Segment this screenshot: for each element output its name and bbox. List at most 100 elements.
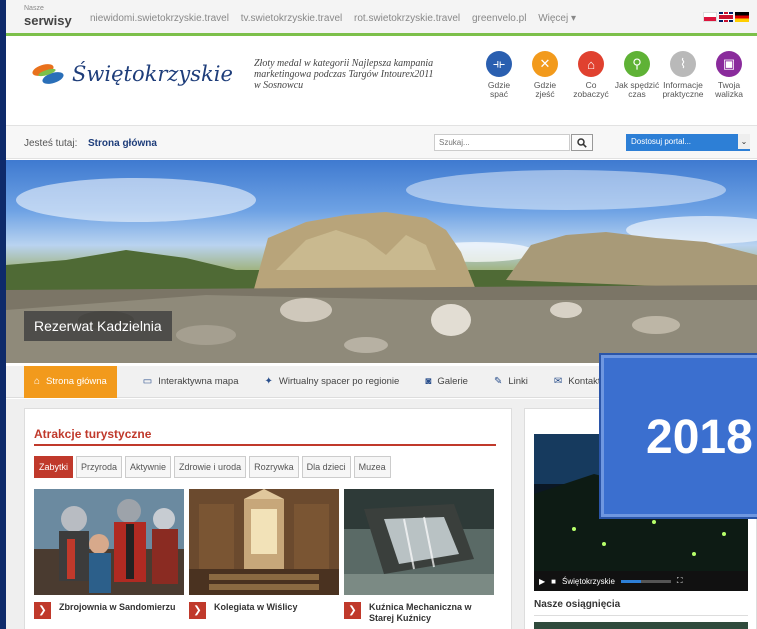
quick-link-item[interactable]: ⟛ Gdzie spać xyxy=(476,51,522,99)
quick-link-item[interactable]: ▣ Twoja walizka xyxy=(706,51,752,99)
customize-portal-label: Dostosuj portal... xyxy=(631,137,692,146)
browser-page: Nasze serwisy niewidomi.swietokrzyskie.t… xyxy=(6,0,757,629)
chevron-right-icon: ❯ xyxy=(189,602,206,619)
category-tab[interactable]: Dla dzieci xyxy=(301,456,351,478)
video-progress[interactable] xyxy=(620,579,671,583)
video-brand: Świętokrzyskie xyxy=(562,576,615,586)
service-links: niewidomi.swietokrzyskie.travel tv.swiet… xyxy=(90,13,585,24)
chevron-right-icon: ❯ xyxy=(34,602,51,619)
year-overlay: 2018 xyxy=(601,355,757,517)
category-tab[interactable]: Aktywnie xyxy=(125,456,172,478)
attraction-title: Kuźnica Mechaniczna w Starej Kuźnicy xyxy=(369,602,472,623)
language-flags xyxy=(703,12,749,22)
attraction-item[interactable]: ❯ Kuźnica Mechaniczna w Starej Kuźnicy xyxy=(344,602,494,624)
title-divider xyxy=(34,444,496,446)
walker-icon: ✦ xyxy=(264,376,273,387)
site-header: Świętokrzyskie Złoty medal w kategorii N… xyxy=(6,39,757,123)
camera-icon: ◙ xyxy=(425,376,432,387)
category-tab[interactable]: Przyroda xyxy=(76,456,123,478)
bicycle-icon: ⚲ xyxy=(624,51,650,77)
nav-tab-label: Strona główna xyxy=(46,376,107,387)
hero-banner: Rezerwat Kadzielnia xyxy=(6,160,757,363)
award-text: Złoty medal w kategorii Najlepsza kampan… xyxy=(254,58,434,91)
hero-caption[interactable]: Rezerwat Kadzielnia xyxy=(24,311,172,341)
top-services-bar: Nasze serwisy niewidomi.swietokrzyskie.t… xyxy=(6,0,757,36)
attraction-item[interactable]: ❯ Zbrojownia w Sandomierzu xyxy=(34,602,184,624)
achievements-title: Nasze osiągnięcia xyxy=(534,599,621,610)
quick-link-label: Informacje praktyczne xyxy=(662,80,704,99)
armory-thumbnail[interactable] xyxy=(34,489,184,595)
search-button[interactable] xyxy=(571,134,593,151)
breadcrumb-prefix: Jesteś tutaj: xyxy=(24,138,78,149)
quick-link-label: Jak spędzić czas xyxy=(614,80,660,99)
suitcase-icon: ▣ xyxy=(716,51,742,77)
edit-icon: ✎ xyxy=(493,376,503,387)
quick-link-item[interactable]: ⌂ Co zobaczyć xyxy=(568,51,614,99)
paperclip-icon: ⌇ xyxy=(670,51,696,77)
nav-tab-label: Galerie xyxy=(437,376,468,387)
breadcrumb-current[interactable]: Strona główna xyxy=(88,138,157,149)
collegiate-thumbnail[interactable] xyxy=(189,489,339,595)
english-flag-icon[interactable] xyxy=(719,12,733,22)
attractions-title: Atrakcje turystyczne xyxy=(34,427,152,441)
nav-tab-2[interactable]: ✦ Wirtualny spacer po regionie xyxy=(265,376,400,387)
nav-tab-1[interactable]: ▭ Interaktywna mapa xyxy=(143,376,239,387)
nav-tab-4[interactable]: ✎ Linki xyxy=(494,376,528,387)
quick-link-item[interactable]: ⚲ Jak spędzić czas xyxy=(614,51,660,99)
attractions-panel: Atrakcje turystyczne Zabytki Przyroda Akty… xyxy=(24,408,512,629)
nav-tab-5[interactable]: ✉ Kontakt xyxy=(554,376,601,387)
search-input[interactable] xyxy=(434,134,570,151)
quick-link-item[interactable]: ✕ Gdzie zjeść xyxy=(522,51,568,99)
attraction-item[interactable]: ❯ Kolegiata w Wiślicy xyxy=(189,602,339,624)
forge-thumbnail[interactable] xyxy=(344,489,494,595)
category-tab[interactable]: Zabytki xyxy=(34,456,74,478)
site-logo[interactable]: Świętokrzyskie xyxy=(30,61,233,87)
chevron-down-icon: ⌄ xyxy=(738,134,750,149)
service-link-niewidomi[interactable]: niewidomi.swietokrzyskie.travel xyxy=(90,13,229,24)
landmark-icon: ⌂ xyxy=(578,51,604,77)
customize-portal-select[interactable]: Dostosuj portal... ⌄ xyxy=(626,134,750,151)
quick-link-label: Twoja walizka xyxy=(715,80,743,99)
services-menu[interactable]: serwisy xyxy=(24,13,72,28)
attraction-captions: ❯ Zbrojownia w Sandomierzu ❯ Kolegiata w Wi… xyxy=(34,602,494,624)
service-link-rot[interactable]: rot.swietokrzyskie.travel xyxy=(354,13,460,24)
monitor-icon: ▭ xyxy=(142,376,153,387)
polish-flag-icon[interactable] xyxy=(703,12,717,22)
home-icon: ⌂ xyxy=(34,376,41,387)
attraction-title: Zbrojownia w Sandomierzu xyxy=(59,602,176,612)
mail-icon: ✉ xyxy=(553,376,563,387)
category-tabs: Zabytki Przyroda Aktywnie Zdrowie i uroda Ro… xyxy=(34,456,391,478)
german-flag-icon[interactable] xyxy=(735,12,749,22)
category-tab[interactable]: Zdrowie i uroda xyxy=(174,456,247,478)
nav-tab-label: Interaktywna mapa xyxy=(158,376,239,387)
stop-icon[interactable]: ■ xyxy=(551,577,556,586)
logo-mark-icon xyxy=(30,61,66,87)
year-label: 2018 xyxy=(646,411,753,464)
nav-tab-0[interactable]: ⌂ Strona główna xyxy=(24,365,117,398)
video-controls: ▶ ■ Świętokrzyskie ⛶ xyxy=(534,571,748,591)
logo-text: Świętokrzyskie xyxy=(72,62,233,86)
service-link-greenvelo[interactable]: greenvelo.pl xyxy=(472,13,526,24)
achievements-divider xyxy=(534,615,748,616)
quick-link-label: Gdzie spać xyxy=(487,80,511,99)
category-tab[interactable]: Muzea xyxy=(353,456,391,478)
achievements-image[interactable] xyxy=(534,622,748,629)
cutlery-icon: ✕ xyxy=(532,51,558,77)
quick-links: ⟛ Gdzie spać ✕ Gdzie zjeść ⌂ Co zobaczyć ⚲ Jak spę… xyxy=(476,51,752,99)
fullscreen-icon[interactable]: ⛶ xyxy=(677,576,683,586)
play-icon[interactable]: ▶ xyxy=(539,577,545,586)
attraction-thumbnails xyxy=(34,489,494,595)
more-dropdown[interactable]: Więcej ▾ xyxy=(538,13,576,24)
quick-link-label: Gdzie zjeść xyxy=(533,80,557,99)
nav-tab-3[interactable]: ◙ Galerie xyxy=(425,376,468,387)
nav-tab-label: Linki xyxy=(508,376,528,387)
breadcrumb-bar: Jesteś tutaj: Strona główna Dostosuj por… xyxy=(6,125,757,159)
chevron-right-icon: ❯ xyxy=(344,602,361,619)
attraction-title: Kolegiata w Wiślicy xyxy=(214,602,298,612)
category-tab[interactable]: Rozrywka xyxy=(249,456,299,478)
nav-tab-label: Wirtualny spacer po regionie xyxy=(278,376,400,387)
search-icon xyxy=(577,137,587,148)
service-link-tv[interactable]: tv.swietokrzyskie.travel xyxy=(241,13,343,24)
quick-link-item[interactable]: ⌇ Informacje praktyczne xyxy=(660,51,706,99)
services-label-small: Nasze xyxy=(24,5,44,12)
